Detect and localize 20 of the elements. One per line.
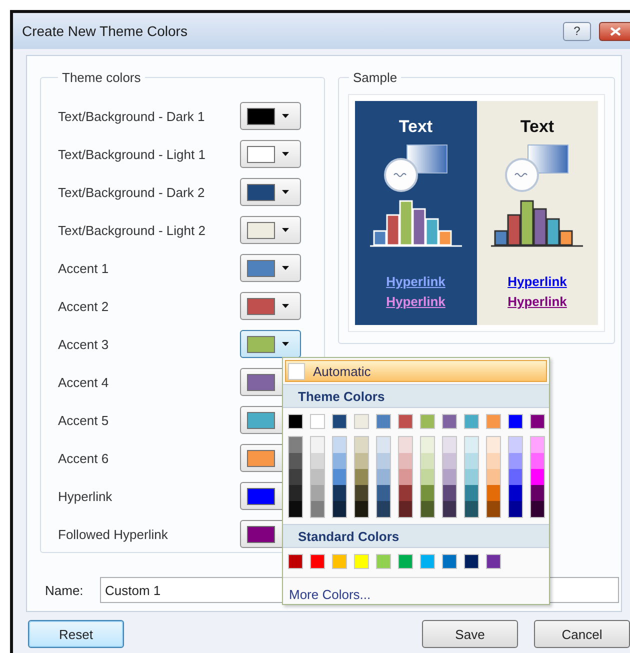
color-label: Accent 4	[58, 374, 110, 390]
color-label: Hyperlink	[58, 488, 114, 504]
color-label: Followed Hyperlink	[58, 526, 169, 542]
color-label: Text/Background - Light 2	[58, 222, 206, 238]
color-label: Text/Background - Dark 1	[58, 108, 206, 124]
group-title: Sample	[352, 70, 398, 85]
color-label: Accent 3	[58, 336, 110, 352]
color-label: Accent 5	[58, 412, 110, 428]
group-title: Theme colors	[61, 70, 142, 85]
sample-heading: Text	[398, 117, 433, 137]
color-label: Accent 2	[58, 298, 110, 314]
name-label: Name:	[45, 582, 84, 598]
section-header: Standard Colors	[283, 524, 549, 548]
window-title: Create New Theme Colors	[22, 23, 188, 39]
color-label: Text/Background - Dark 2	[58, 184, 206, 200]
color-label: Accent 6	[58, 450, 110, 466]
section-header: Theme Colors	[283, 384, 549, 408]
color-label: Text/Background - Light 1	[58, 146, 206, 162]
color-label: Accent 1	[58, 260, 110, 276]
sample-heading: Text	[520, 117, 554, 137]
